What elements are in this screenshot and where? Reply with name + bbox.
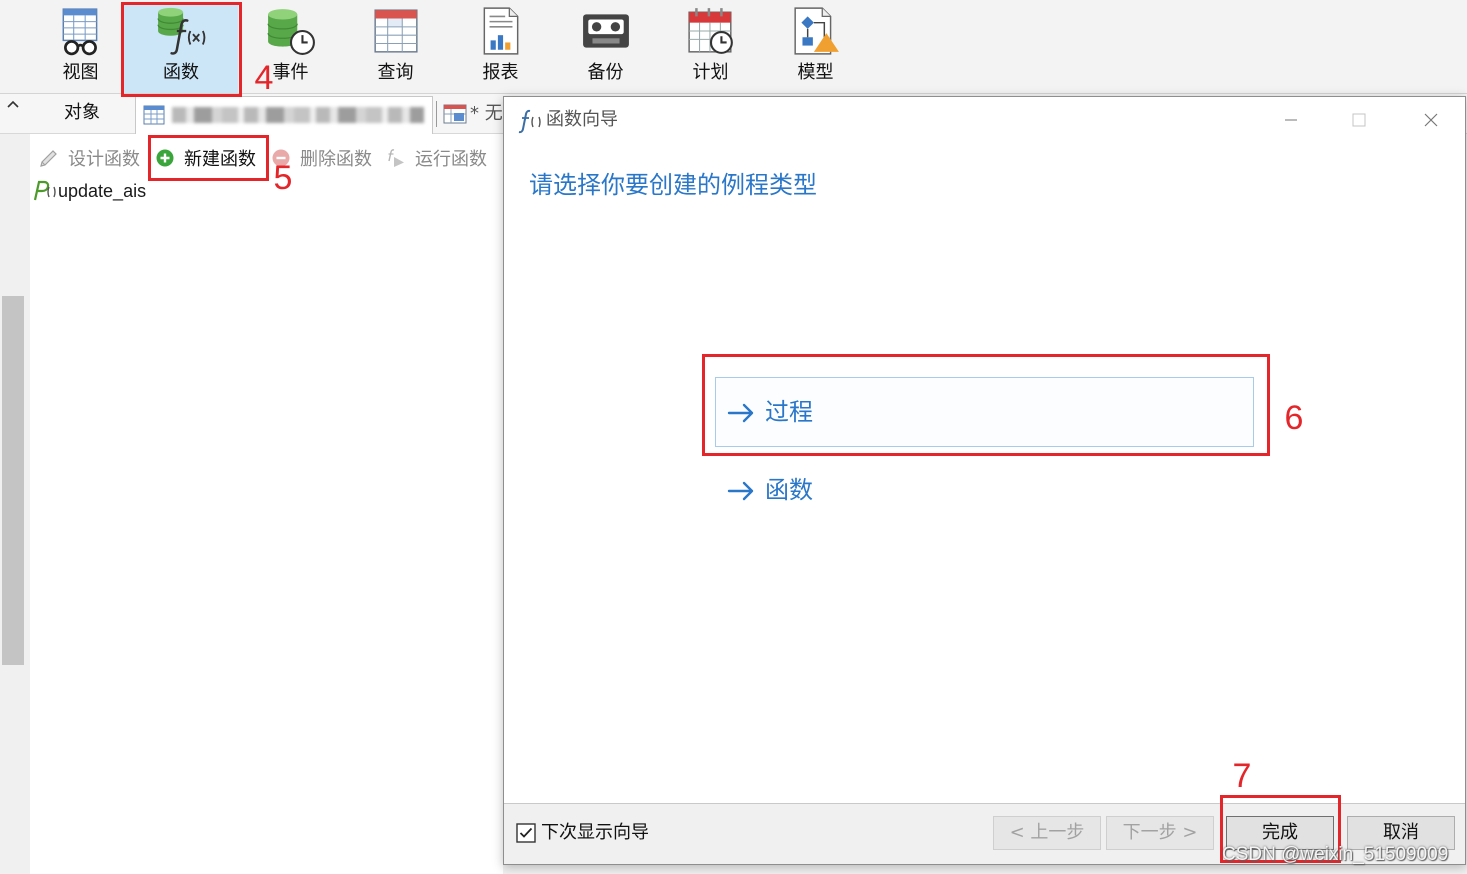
list-item[interactable]: update_ais: [30, 178, 146, 204]
tab-separator: [436, 101, 437, 127]
option-function[interactable]: 函数: [715, 455, 1254, 525]
report-icon: [476, 6, 526, 56]
view-icon: [56, 6, 106, 56]
toolbar-report-label: 报表: [482, 62, 519, 83]
tab-table[interactable]: [135, 96, 433, 134]
tab-objects[interactable]: 对象: [38, 96, 126, 133]
run-function-button[interactable]: 运行函数: [385, 143, 487, 173]
design-function-button[interactable]: 设计函数: [38, 143, 140, 173]
arrow-right-icon: [727, 481, 755, 501]
toolbar-backup-label: 备份: [587, 62, 624, 83]
pencil-icon: [38, 148, 60, 168]
model-icon: [791, 6, 841, 56]
object-panel: [30, 134, 503, 874]
tab-query-label: * 无: [470, 103, 503, 124]
design-function-label: 设计函数: [68, 149, 140, 170]
query-icon: [371, 6, 421, 56]
annotation-box-procedure: [702, 354, 1270, 456]
show-wizard-label[interactable]: 下次显示向导: [541, 820, 649, 846]
toolbar-model-label: 模型: [797, 62, 834, 83]
toolbar-query-label: 查询: [377, 62, 414, 83]
show-wizard-checkbox[interactable]: [516, 823, 536, 843]
toolbar-schedule-label: 计划: [692, 62, 729, 83]
annotation-step-5: 5: [273, 159, 293, 197]
toolbar-query-button[interactable]: 查询: [343, 3, 448, 93]
run-function-label: 运行函数: [415, 149, 487, 170]
toolbar-model-button[interactable]: 模型: [763, 3, 868, 93]
scrollbar-thumb[interactable]: [2, 296, 24, 665]
dialog-heading: 请选择你要创建的例程类型: [529, 171, 817, 199]
previous-button[interactable]: < 上一步: [993, 816, 1101, 850]
procedure-icon: [30, 180, 56, 202]
option-function-label: 函数: [765, 476, 813, 504]
close-icon[interactable]: [1423, 112, 1439, 128]
toolbar-view-label: 视图: [62, 62, 99, 83]
dialog-title: 函数向导: [546, 109, 618, 130]
blurred-tab-title: [172, 107, 424, 123]
watermark: CSDN @weixin_51509009: [1222, 844, 1449, 865]
toolbar-view-button[interactable]: 视图: [28, 3, 133, 93]
table-icon: [143, 105, 165, 125]
query-tab-icon: [443, 104, 467, 124]
annotation-step-6: 6: [1284, 399, 1304, 437]
annotation-box-function: [121, 2, 242, 97]
annotation-step-4: 4: [254, 59, 274, 97]
function-wizard-dialog: 函数向导 请选择你要创建的例程类型 过程 函数 下次显示向导 < 上一步 下一步…: [503, 96, 1466, 865]
backup-icon: [581, 6, 631, 56]
delete-function-label: 删除函数: [300, 149, 372, 170]
function-title-icon: [516, 108, 542, 134]
annotation-step-7: 7: [1232, 757, 1252, 795]
schedule-icon: [686, 6, 736, 56]
maximize-icon[interactable]: [1351, 112, 1367, 128]
toolbar-backup-button[interactable]: 备份: [553, 3, 658, 93]
toolbar-schedule-button[interactable]: 计划: [658, 3, 763, 93]
next-button[interactable]: 下一步 >: [1106, 816, 1214, 850]
tab-query[interactable]: * 无: [440, 96, 510, 134]
event-icon: [266, 6, 316, 56]
minimize-icon[interactable]: [1283, 112, 1299, 128]
list-item-name: update_ais: [58, 180, 147, 201]
annotation-box-new-function: [148, 135, 269, 181]
run-function-icon: [385, 148, 407, 168]
chevron-up-icon[interactable]: [6, 98, 20, 110]
toolbar-report-button[interactable]: 报表: [448, 3, 553, 93]
